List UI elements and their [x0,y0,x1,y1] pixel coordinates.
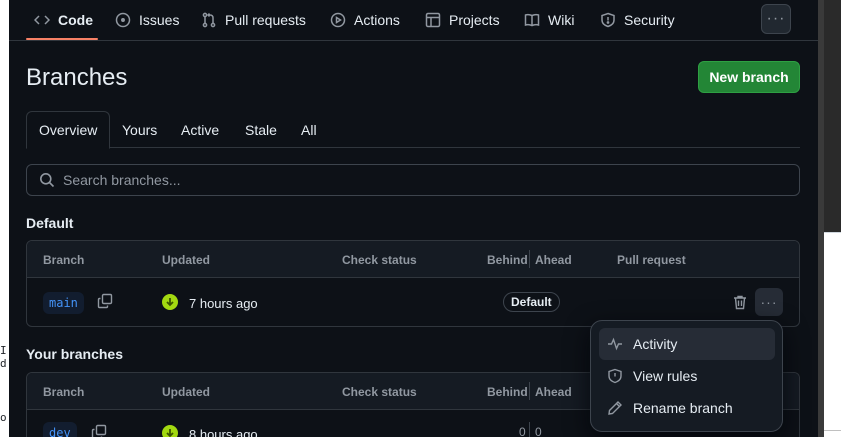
updated-time: 7 hours ago [189,296,258,311]
nav-issues[interactable]: Issues [115,0,179,40]
kebab-horizontal-icon: ··· [766,10,786,27]
tab-yours[interactable]: Yours [122,111,157,148]
column-updated: Updated [162,385,210,399]
table-header: Branch Updated Check status Behind Ahead… [27,241,799,278]
avatar[interactable] [162,294,178,310]
nav-code[interactable]: Code [34,0,93,40]
play-icon [330,12,346,28]
column-behind: Behind [487,253,528,267]
nav-label: Pull requests [225,12,306,28]
column-branch: Branch [43,253,85,267]
tab-label: Active [181,121,220,138]
shield-icon [608,368,622,384]
nav-label: Issues [139,12,180,28]
copy-icon[interactable] [91,424,107,437]
tab-overview[interactable]: Overview [26,111,111,149]
nav-label: Wiki [548,12,575,28]
git-pull-request-icon [202,12,216,28]
default-branch-table: Branch Updated Check status Behind Ahead… [26,240,800,327]
nav-label: Code [58,12,93,28]
avatar[interactable] [162,425,178,437]
repo-nav: Code Issues Pull requests Actions Projec… [9,0,818,41]
column-pull-request: Pull request [617,253,686,267]
avatar-glyph-icon [166,429,174,437]
trash-icon-graphic [734,295,746,310]
edge-text-fragment: o [0,411,7,424]
branch-name-link[interactable]: main [43,292,84,314]
tab-label: Stale [245,121,277,138]
nav-label: Projects [449,12,500,28]
nav-label: Security [624,12,675,28]
table-row: main 7 hours ago Default ··· [27,278,799,326]
nav-label: Actions [354,12,400,28]
nav-more-button[interactable]: ··· [761,4,791,34]
pulse-icon [608,337,622,351]
column-branch: Branch [43,385,85,399]
trash-icon[interactable] [732,294,748,310]
column-check-status: Check status [342,385,417,399]
book-icon [524,13,540,27]
tab-label: All [301,121,317,138]
section-title-your-branches: Your branches [26,346,123,362]
menu-item-view-rules[interactable]: View rules [599,360,775,392]
copy-icon-graphic [97,293,113,309]
table-icon [425,12,441,28]
nav-actions[interactable]: Actions [330,0,400,40]
branch-name-link[interactable]: dev [43,422,77,437]
page-title: Branches [26,64,128,91]
kebab-horizontal-icon: ··· [760,294,778,310]
column-ahead: Ahead [535,385,572,399]
default-badge: Default [503,292,560,312]
nav-projects[interactable]: Projects [425,0,500,40]
column-check-status: Check status [342,253,417,267]
nav-pull-requests[interactable]: Pull requests [201,0,306,40]
divider [824,232,841,233]
edge-text-fragment: I [0,344,7,357]
column-divider [529,382,530,400]
branch-filter-tabs: Overview Yours Active Stale All [26,111,800,149]
divider [824,430,841,431]
column-divider [529,250,530,268]
tab-stale[interactable]: Stale [245,111,277,148]
shield-icon [601,12,615,28]
menu-item-activity[interactable]: Activity [599,328,775,360]
column-behind: Behind [487,385,528,399]
new-branch-button[interactable]: New branch [698,61,800,93]
avatar-glyph-icon [166,298,174,307]
github-branches-page: Code Issues Pull requests Actions Projec… [9,0,818,437]
nav-wiki[interactable]: Wiki [524,0,574,40]
search-icon [40,173,55,188]
updated-time: 8 hours ago [189,427,258,437]
branch-actions-menu: Activity View rules Rename branch [590,320,783,432]
search-input[interactable] [63,172,763,188]
tab-label: Yours [122,121,158,138]
section-title-default: Default [26,215,74,231]
search-branches[interactable] [26,164,800,196]
edge-text-fragment: d [0,357,7,370]
pencil-icon [608,401,622,415]
background-window [824,232,841,437]
menu-item-rename-branch[interactable]: Rename branch [599,392,775,424]
desktop-edge-right [818,0,841,437]
column-ahead: Ahead [535,253,572,267]
tab-active[interactable]: Active [181,111,219,148]
column-updated: Updated [162,253,210,267]
code-icon [34,15,50,25]
menu-item-label: Rename branch [633,400,733,416]
copy-icon-graphic [91,424,107,437]
menu-item-label: Activity [633,336,678,352]
tab-all[interactable]: All [301,111,317,148]
ahead-count: 0 [535,425,542,437]
issue-opened-icon [115,12,131,28]
copy-icon[interactable] [97,293,113,309]
nav-security[interactable]: Security [600,0,675,40]
column-divider [529,422,530,437]
desktop-edge-left: I d o [0,0,9,437]
branch-more-options-button[interactable]: ··· [755,288,783,316]
menu-item-label: View rules [633,368,698,384]
behind-count: 0 [519,425,526,437]
tab-label: Overview [39,122,98,138]
nav-selected-indicator [26,38,98,40]
